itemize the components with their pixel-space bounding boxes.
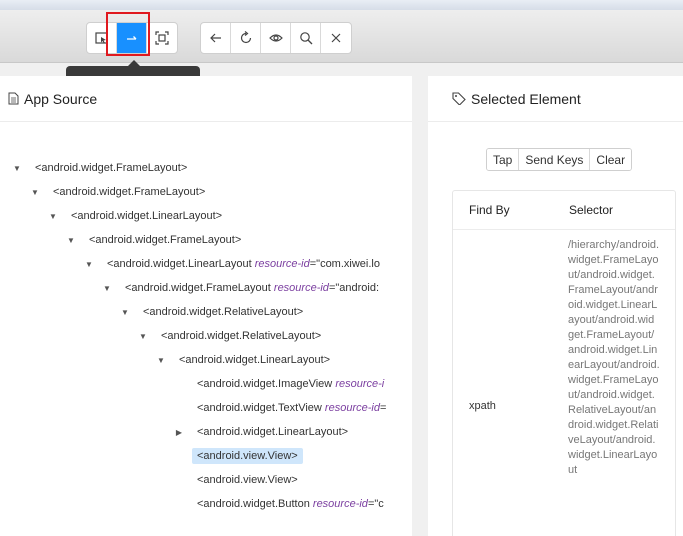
refresh-icon: [240, 31, 251, 44]
tree-node-label[interactable]: <android.widget.FrameLayout>: [48, 184, 210, 200]
tree-node-label[interactable]: <android.widget.ImageView resource-i: [192, 376, 389, 392]
search-icon: [299, 32, 312, 45]
tree-node-attr-name: resource-id: [273, 282, 329, 294]
tree-node[interactable]: ▼ <android.widget.FrameLayout resource-id…: [102, 278, 384, 298]
toolbar: [0, 10, 683, 63]
selector-table-header: Find By Selector: [453, 191, 675, 230]
tree-node[interactable]: <android.widget.Button resource-id="c: [174, 494, 389, 514]
tree-node-attr-name: resource-id: [312, 498, 368, 510]
tree-node[interactable]: <android.view.View>: [174, 446, 303, 466]
back-arrow-icon: [209, 33, 221, 43]
tree-node[interactable]: ▼ <android.widget.LinearLayout>: [156, 350, 335, 370]
tree-node-label[interactable]: <android.widget.Button resource-id="c: [192, 496, 389, 512]
find-by-header: Find By: [469, 203, 510, 217]
send-keys-button[interactable]: Send Keys: [519, 149, 591, 170]
tag-icon: [452, 92, 466, 105]
tree-node-tag: <android.widget.FrameLayout>: [89, 234, 242, 246]
tree-node-tag: <android.widget.LinearLayout>: [179, 354, 331, 366]
tree-node-attr-name: resource-id: [324, 402, 380, 414]
tree-node-tag: <android.widget.FrameLayout>: [53, 186, 206, 198]
highlight-box: [106, 12, 150, 56]
tree-node[interactable]: ▼ <android.widget.FrameLayout>: [66, 230, 246, 250]
back-button[interactable]: [201, 23, 231, 53]
tree-node-label[interactable]: <android.view.View>: [192, 448, 303, 464]
find-by-value: xpath: [469, 400, 496, 412]
caret-down-icon[interactable]: ▼: [12, 164, 22, 173]
toolbar-actions-group: [200, 22, 352, 54]
tree-node-label[interactable]: <android.widget.LinearLayout resource-id…: [102, 256, 385, 272]
tap-by-coordinates-button[interactable]: [147, 23, 177, 53]
refresh-button[interactable]: [231, 23, 261, 53]
clear-button[interactable]: Clear: [590, 149, 632, 170]
tree-node[interactable]: ▼ <android.widget.LinearLayout resource-i…: [84, 254, 385, 274]
tree-node[interactable]: <android.view.View>: [174, 470, 303, 490]
search-button[interactable]: [291, 23, 321, 53]
tree-node-tag: <android.widget.LinearLayout: [107, 258, 252, 270]
caret-down-icon[interactable]: ▼: [30, 188, 40, 197]
selected-element-title: Selected Element: [471, 90, 581, 107]
tree-node-tag: <android.widget.LinearLayout>: [71, 210, 223, 222]
tree-node-tag: <android.widget.LinearLayout>: [197, 426, 349, 438]
eye-icon: [268, 34, 283, 42]
tree-node[interactable]: ▼ <android.widget.LinearLayout>: [48, 206, 227, 226]
tree-node-label[interactable]: <android.widget.FrameLayout resource-id=…: [120, 280, 384, 296]
caret-down-icon[interactable]: ▼: [48, 212, 58, 221]
tree-node-attr-value: ="com.xiwei.lo: [309, 258, 380, 270]
app-source-title: App Source: [24, 90, 98, 107]
tree-node-label[interactable]: <android.widget.LinearLayout>: [174, 352, 335, 368]
tap-coordinates-icon: [155, 31, 169, 45]
tree-node[interactable]: <android.widget.TextView resource-id=: [174, 398, 391, 418]
caret-down-icon[interactable]: ▼: [120, 308, 130, 317]
tree-node-tag: <android.view.View>: [197, 474, 298, 486]
selected-element-header: Selected Element: [428, 76, 683, 122]
tree-node[interactable]: <android.widget.ImageView resource-i: [174, 374, 389, 394]
selector-header: Selector: [569, 203, 614, 217]
caret-down-icon[interactable]: ▼: [102, 284, 112, 293]
caret-down-icon[interactable]: ▼: [156, 356, 166, 365]
tree-node-tag: <android.widget.FrameLayout: [125, 282, 271, 294]
tree-node-attr-value: ="android:: [328, 282, 380, 294]
tree-node-label[interactable]: <android.view.View>: [192, 472, 303, 488]
tree-node-tag: <android.widget.TextView: [197, 402, 322, 414]
caret-down-icon[interactable]: ▼: [84, 260, 94, 269]
tree-node[interactable]: ▼ <android.widget.FrameLayout>: [12, 158, 192, 178]
tree-node[interactable]: ▼ <android.widget.RelativeLayout>: [138, 326, 326, 346]
document-icon: [8, 92, 19, 105]
tap-button[interactable]: Tap: [487, 149, 520, 170]
app-source-panel: App Source ▼ <android.widget.FrameLayout>…: [0, 76, 412, 536]
selector-value[interactable]: /hierarchy/android.widget.FrameLayout/an…: [568, 238, 660, 478]
tree-node-tag: <android.widget.FrameLayout>: [35, 162, 188, 174]
tree-node-attr-value: ="c: [367, 498, 384, 510]
selector-table: Find By Selector xpath /hierarchy/androi…: [452, 190, 676, 536]
tree-node-tag: <android.widget.RelativeLayout>: [143, 306, 304, 318]
tree-node-attr-name: resource-i: [335, 378, 385, 390]
tree-node-attr-value: =: [379, 402, 387, 414]
tree-node-label[interactable]: <android.widget.TextView resource-id=: [192, 400, 391, 416]
app-source-header: App Source: [0, 76, 412, 122]
tree-node-label[interactable]: <android.widget.FrameLayout>: [30, 160, 192, 176]
toggle-visibility-button[interactable]: [261, 23, 291, 53]
tree-node-tag: <android.widget.ImageView: [197, 378, 333, 390]
tree-node-tag: <android.widget.Button: [197, 498, 310, 510]
close-icon: [331, 33, 341, 43]
caret-right-icon[interactable]: ▶: [174, 428, 184, 437]
tree-node-label[interactable]: <android.widget.RelativeLayout>: [138, 304, 308, 320]
tree-node-label[interactable]: <android.widget.LinearLayout>: [192, 424, 353, 440]
tree-node-tag: <android.widget.RelativeLayout>: [161, 330, 322, 342]
tree-node-label[interactable]: <android.widget.FrameLayout>: [84, 232, 246, 248]
selected-element-panel: Selected Element Tap Send Keys Clear Fin…: [428, 76, 683, 536]
element-actions: Tap Send Keys Clear: [486, 148, 633, 171]
tree-node[interactable]: ▶ <android.widget.LinearLayout>: [174, 422, 353, 442]
quit-session-button[interactable]: [321, 23, 351, 53]
caret-down-icon[interactable]: ▼: [138, 332, 148, 341]
tree-node[interactable]: ▼ <android.widget.FrameLayout>: [30, 182, 210, 202]
tree-node-label[interactable]: <android.widget.LinearLayout>: [66, 208, 227, 224]
tree-node-tag: <android.view.View>: [197, 450, 298, 462]
tree-node-attr-name: resource-id: [254, 258, 310, 270]
tree-node[interactable]: ▼ <android.widget.RelativeLayout>: [120, 302, 308, 322]
tree-node-label[interactable]: <android.widget.RelativeLayout>: [156, 328, 326, 344]
caret-down-icon[interactable]: ▼: [66, 236, 76, 245]
